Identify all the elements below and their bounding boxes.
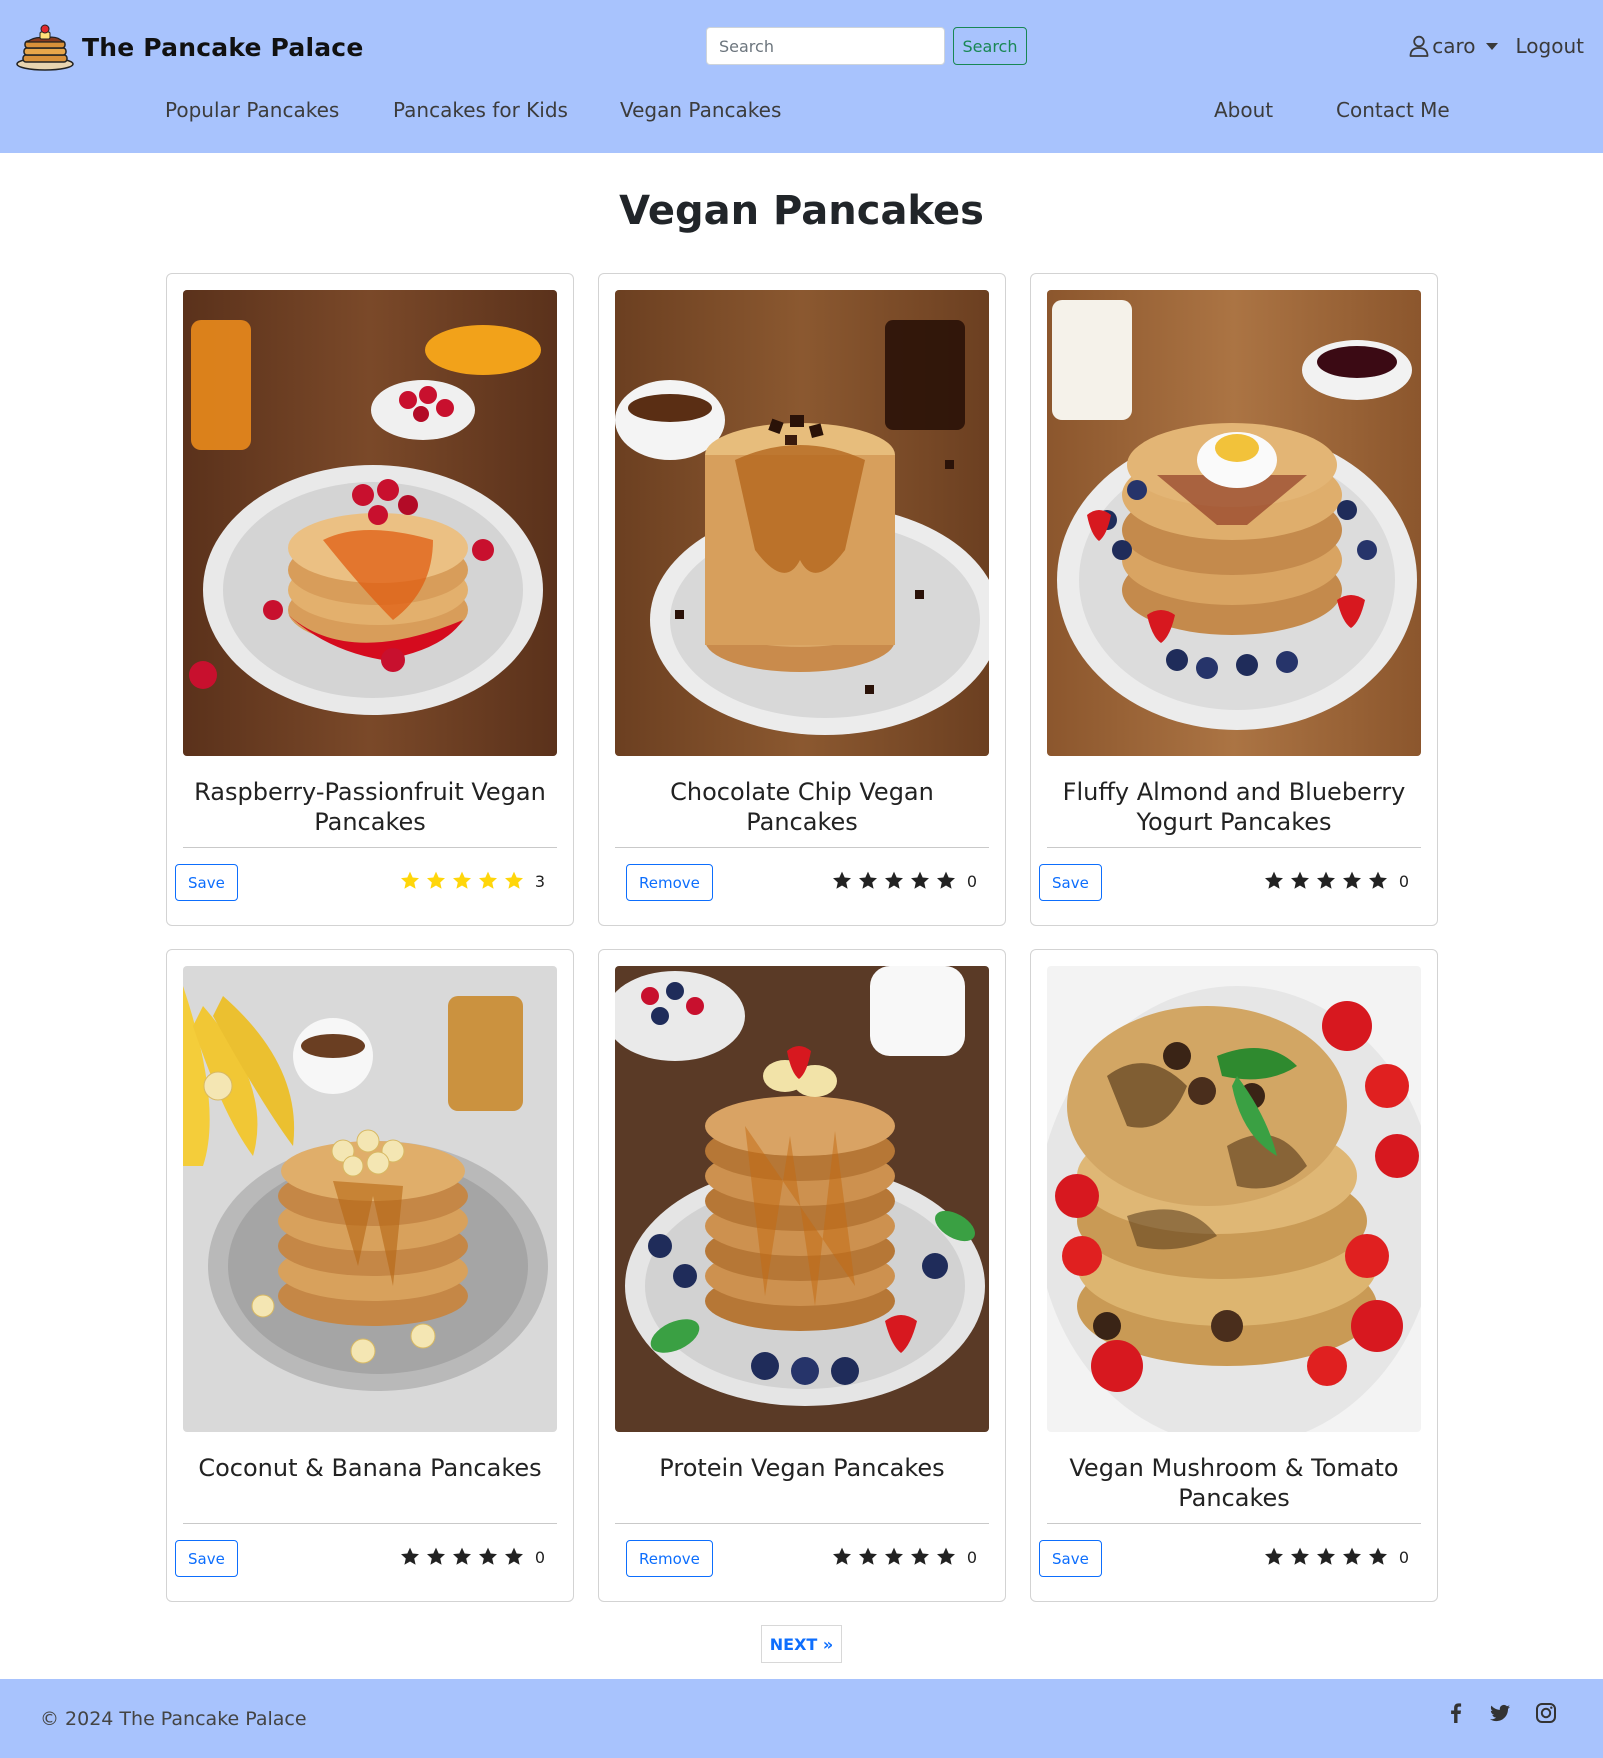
star-icon[interactable] xyxy=(831,1546,853,1568)
nav-popular-pancakes[interactable]: Popular Pancakes xyxy=(165,98,339,122)
save-button[interactable]: Save xyxy=(1039,864,1102,901)
star-icon[interactable] xyxy=(477,870,499,892)
rating-count: 0 xyxy=(966,1547,977,1567)
star-icon[interactable] xyxy=(425,1546,447,1568)
star-rating: 0 xyxy=(1263,1546,1409,1568)
star-icon[interactable] xyxy=(425,870,447,892)
rating-count: 0 xyxy=(1398,1547,1409,1567)
rating-count: 0 xyxy=(534,1547,545,1567)
card-divider xyxy=(183,847,557,848)
brand-name: The Pancake Palace xyxy=(82,32,364,62)
recipe-card: Protein Vegan Pancakes Remove 0 xyxy=(598,949,1006,1602)
recipe-title[interactable]: Fluffy Almond and Blueberry Yogurt Panca… xyxy=(1047,777,1421,837)
star-icon[interactable] xyxy=(935,1546,957,1568)
star-icon[interactable] xyxy=(1367,870,1389,892)
star-icon[interactable] xyxy=(1367,1546,1389,1568)
brand[interactable]: The Pancake Palace xyxy=(15,22,363,72)
star-icon[interactable] xyxy=(451,870,473,892)
card-divider xyxy=(1047,847,1421,848)
star-icon[interactable] xyxy=(503,1546,525,1568)
star-icon[interactable] xyxy=(1341,870,1363,892)
star-rating: 0 xyxy=(831,1546,977,1568)
nav-pancakes-for-kids[interactable]: Pancakes for Kids xyxy=(393,98,568,122)
rating-count: 0 xyxy=(966,871,977,891)
next-page-button[interactable]: NEXT » xyxy=(761,1625,842,1663)
star-icon[interactable] xyxy=(909,870,931,892)
recipe-photo[interactable] xyxy=(615,966,989,1432)
twitter-icon[interactable] xyxy=(1488,1701,1512,1725)
star-icon[interactable] xyxy=(857,870,879,892)
user-icon xyxy=(1409,35,1429,57)
instagram-icon[interactable] xyxy=(1534,1701,1558,1725)
nav-about[interactable]: About xyxy=(1214,98,1273,122)
star-icon[interactable] xyxy=(831,870,853,892)
star-icon[interactable] xyxy=(399,870,421,892)
card-divider xyxy=(615,847,989,848)
star-icon[interactable] xyxy=(883,870,905,892)
recipe-card: Vegan Mushroom & Tomato Pancakes Save 0 xyxy=(1030,949,1438,1602)
remove-button[interactable]: Remove xyxy=(626,864,713,901)
recipe-photo[interactable] xyxy=(183,966,557,1432)
nav-vegan-pancakes[interactable]: Vegan Pancakes xyxy=(620,98,781,122)
star-icon[interactable] xyxy=(1289,870,1311,892)
recipe-title[interactable]: Chocolate Chip Vegan Pancakes xyxy=(615,777,989,837)
recipe-photo[interactable] xyxy=(1047,290,1421,756)
star-icon[interactable] xyxy=(883,1546,905,1568)
star-icon[interactable] xyxy=(909,1546,931,1568)
nav-contact-me[interactable]: Contact Me xyxy=(1336,98,1450,122)
copyright-text: © 2024 The Pancake Palace xyxy=(40,1708,307,1730)
star-rating: 0 xyxy=(399,1546,545,1568)
recipe-title[interactable]: Coconut & Banana Pancakes xyxy=(183,1453,557,1483)
card-divider xyxy=(615,1523,989,1524)
save-button[interactable]: Save xyxy=(175,864,238,901)
star-icon[interactable] xyxy=(477,1546,499,1568)
search-button[interactable]: Search xyxy=(953,27,1027,65)
logout-link[interactable]: Logout xyxy=(1516,34,1584,58)
star-icon[interactable] xyxy=(503,870,525,892)
save-button[interactable]: Save xyxy=(1039,1540,1102,1577)
search-input[interactable] xyxy=(706,27,945,65)
facebook-icon[interactable] xyxy=(1444,1701,1468,1725)
recipe-title[interactable]: Raspberry-Passionfruit Vegan Pancakes xyxy=(183,777,557,837)
star-rating: 3 xyxy=(399,870,545,892)
star-icon[interactable] xyxy=(857,1546,879,1568)
page-title: Vegan Pancakes xyxy=(619,188,984,234)
chevron-down-icon xyxy=(1485,42,1498,50)
user-area: caro Logout xyxy=(1409,34,1584,58)
user-menu-toggle[interactable]: caro xyxy=(1409,34,1498,58)
card-divider xyxy=(183,1523,557,1524)
star-icon[interactable] xyxy=(1263,1546,1285,1568)
recipe-card: Coconut & Banana Pancakes Save 0 xyxy=(166,949,574,1602)
top-navbar: The Pancake Palace Search caro Logout Po… xyxy=(0,0,1603,153)
star-icon[interactable] xyxy=(1341,1546,1363,1568)
star-icon[interactable] xyxy=(399,1546,421,1568)
recipe-card: Fluffy Almond and Blueberry Yogurt Panca… xyxy=(1030,273,1438,926)
remove-button[interactable]: Remove xyxy=(626,1540,713,1577)
card-divider xyxy=(1047,1523,1421,1524)
rating-count: 3 xyxy=(534,871,545,891)
recipe-title[interactable]: Vegan Mushroom & Tomato Pancakes xyxy=(1047,1453,1421,1513)
footer: © 2024 The Pancake Palace xyxy=(0,1679,1603,1758)
star-icon[interactable] xyxy=(1315,1546,1337,1568)
star-rating: 0 xyxy=(831,870,977,892)
pancake-logo-icon xyxy=(16,24,74,71)
save-button[interactable]: Save xyxy=(175,1540,238,1577)
username: caro xyxy=(1432,34,1476,58)
search-form: Search xyxy=(706,27,1027,65)
star-icon[interactable] xyxy=(1315,870,1337,892)
star-rating: 0 xyxy=(1263,870,1409,892)
star-icon[interactable] xyxy=(1289,1546,1311,1568)
recipe-card: Raspberry-Passionfruit Vegan Pancakes Sa… xyxy=(166,273,574,926)
star-icon[interactable] xyxy=(935,870,957,892)
recipe-title[interactable]: Protein Vegan Pancakes xyxy=(615,1453,989,1483)
recipe-card: Chocolate Chip Vegan Pancakes Remove 0 xyxy=(598,273,1006,926)
recipe-photo[interactable] xyxy=(183,290,557,756)
rating-count: 0 xyxy=(1398,871,1409,891)
star-icon[interactable] xyxy=(451,1546,473,1568)
recipe-photo[interactable] xyxy=(1047,966,1421,1432)
star-icon[interactable] xyxy=(1263,870,1285,892)
recipe-photo[interactable] xyxy=(615,290,989,756)
